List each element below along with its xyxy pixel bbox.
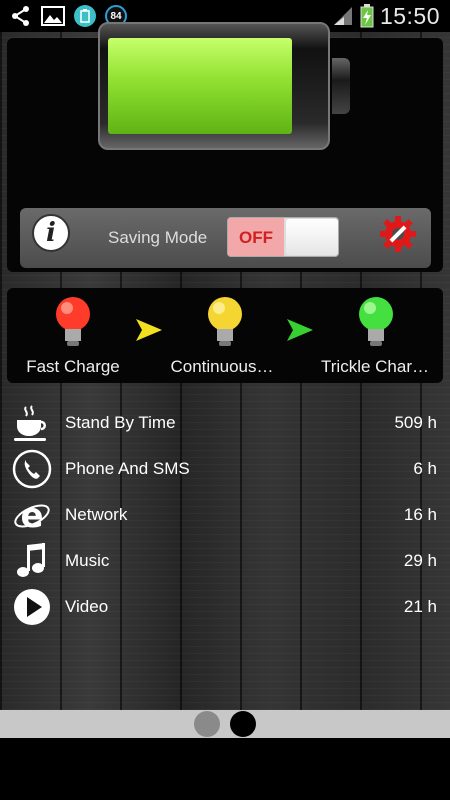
usage-row-music: Music 29 h	[0, 538, 450, 584]
usage-label: Video	[65, 597, 109, 616]
clock: 15:50	[379, 2, 440, 29]
arrow-right-icon-1	[136, 319, 162, 341]
control-bar	[20, 208, 431, 268]
usage-label: Stand By Time	[65, 413, 176, 432]
music-note-icon	[17, 543, 45, 577]
internet-explorer-icon: e	[14, 496, 50, 535]
usage-value: 16 h	[403, 505, 437, 524]
svg-text:e: e	[20, 496, 43, 535]
usage-label: Network	[65, 505, 128, 524]
usage-row-video: Video 21 h	[0, 584, 450, 630]
info-button[interactable]: i	[32, 214, 70, 252]
stage-label-fast-charge: Fast Charge	[26, 357, 120, 376]
battery-app-icon	[74, 5, 96, 27]
usage-label: Music	[65, 551, 110, 570]
usage-value: 29 h	[403, 551, 437, 570]
battery-terminal	[332, 58, 350, 114]
usage-row-network: e Network 16 h	[0, 492, 450, 538]
usage-value: 6 h	[413, 459, 437, 478]
trickle-charge-bulb-icon	[359, 297, 393, 346]
usage-value: 21 h	[403, 597, 437, 616]
usage-row-standby: Stand By Time 509 h	[0, 400, 450, 446]
usage-label: Phone And SMS	[65, 459, 190, 478]
page-dot-2[interactable]	[230, 711, 256, 737]
saving-mode-label: Saving Mode	[108, 228, 208, 247]
coffee-cup-icon	[14, 405, 46, 441]
gallery-icon	[41, 6, 65, 26]
usage-value: 509 h	[394, 413, 437, 432]
share-icon	[12, 6, 29, 26]
bottom-bar	[0, 738, 450, 800]
toggle-state-label: OFF	[228, 218, 284, 256]
stage-label-trickle-charge: Trickle Char…	[321, 357, 429, 376]
arrow-right-icon-2	[287, 319, 313, 341]
page-indicator	[0, 710, 450, 738]
fast-charge-bulb-icon	[56, 297, 90, 346]
page-dot-1[interactable]	[194, 711, 220, 737]
battery-graphic	[98, 22, 330, 150]
battery-level-fill	[108, 38, 292, 134]
toggle-knob	[286, 219, 338, 255]
battery-charging-icon	[360, 4, 374, 28]
settings-gear-icon[interactable]	[378, 214, 418, 254]
usage-row-phone: Phone And SMS 6 h	[0, 446, 450, 492]
play-icon	[14, 589, 50, 625]
saving-mode-toggle[interactable]: OFF	[227, 217, 339, 257]
phone-icon	[12, 449, 52, 489]
stage-label-continuous: Continuous…	[170, 357, 274, 376]
continuous-bulb-icon	[208, 297, 242, 346]
signal-icon	[333, 7, 352, 25]
